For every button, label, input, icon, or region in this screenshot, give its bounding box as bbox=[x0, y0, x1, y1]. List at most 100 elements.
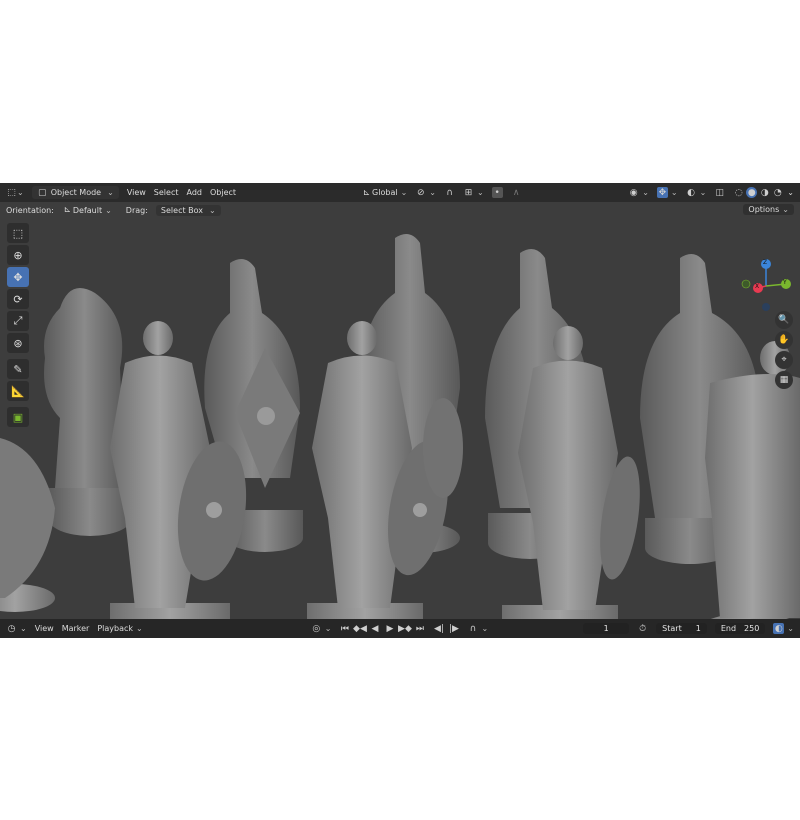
transform-orientation-dropdown[interactable]: ⊾ Global bbox=[361, 187, 407, 198]
xray-toggle[interactable]: ◫ bbox=[714, 187, 725, 198]
shading-group: ◌ ● ◑ ◔ bbox=[733, 187, 783, 198]
options-dropdown[interactable]: Options bbox=[743, 204, 794, 215]
jump-start-icon[interactable]: ⏮ bbox=[339, 623, 350, 634]
annotate-icon: ✎ bbox=[13, 362, 23, 376]
timeline-editor-type[interactable]: ◷ bbox=[6, 623, 27, 634]
solid-shading-icon[interactable]: ● bbox=[746, 187, 758, 198]
shading-options-dropdown[interactable]: ⌄ bbox=[787, 188, 794, 197]
camera-view-button[interactable]: ⌖ bbox=[775, 351, 793, 369]
select-box-icon: ⬚ bbox=[12, 226, 24, 240]
jump-end-icon[interactable]: ⏭ bbox=[414, 623, 425, 634]
zoom-icon: 🔍 bbox=[778, 315, 790, 325]
next-key-icon[interactable]: |▶ bbox=[448, 623, 459, 634]
drag-setting-label: Drag: bbox=[125, 205, 148, 215]
gizmo-dropdown[interactable]: ✥ bbox=[656, 187, 678, 198]
editor-type-button[interactable]: ⬚ ⌄ bbox=[6, 187, 23, 198]
gizmo-x-label: X bbox=[755, 283, 760, 290]
wireframe-shading-icon[interactable]: ◌ bbox=[733, 187, 744, 198]
annotate-tool[interactable]: ✎ bbox=[7, 359, 29, 379]
drag-setting-dropdown[interactable]: Select Box bbox=[155, 204, 221, 216]
options-label: Options bbox=[748, 205, 780, 214]
preview-range-toggle[interactable]: ⏱ bbox=[637, 623, 648, 634]
timeline-menu-marker[interactable]: Marker bbox=[62, 624, 90, 633]
view-toggle-icon: ◐ bbox=[773, 623, 785, 634]
orientation-label: Global bbox=[372, 188, 398, 197]
keying-icon: ∩ bbox=[469, 623, 477, 634]
stopwatch-icon: ⏱ bbox=[639, 623, 647, 634]
tool-shelf: ⬚ ⊕ ✥ ⟳ ⤢ ⊛ ✎ 📐 ▣ bbox=[7, 223, 29, 427]
next-keyframe-icon[interactable]: ▶◆ bbox=[398, 623, 412, 634]
camera-icon: ⌖ bbox=[781, 355, 787, 365]
3d-viewport[interactable]: ⬚ ⊕ ✥ ⟳ ⤢ ⊛ ✎ 📐 ▣ Z Y X 🔍 ✋ ⌖ ▦ bbox=[0, 218, 800, 619]
orientation-setting-value: Default bbox=[72, 205, 103, 215]
zoom-button[interactable]: 🔍 bbox=[775, 311, 793, 329]
magnet-icon: ∩ bbox=[446, 187, 453, 198]
blender-window: ⬚⌄ ▢ Object Mode View Select Add Object … bbox=[0, 183, 800, 638]
prev-key-icon[interactable]: ◀| bbox=[433, 623, 444, 634]
orientation-setting: Orientation: bbox=[6, 206, 54, 215]
overlay-icon: ◐ bbox=[687, 187, 696, 198]
clock-icon: ◷ bbox=[7, 623, 16, 634]
eye-select-icon: ◉ bbox=[629, 187, 638, 198]
timeline-menu-view[interactable]: View bbox=[35, 624, 54, 633]
menu-object[interactable]: Object bbox=[210, 188, 236, 197]
menu-view[interactable]: View bbox=[127, 188, 146, 197]
start-frame-label: Start bbox=[662, 624, 682, 633]
current-frame-value: 1 bbox=[603, 624, 609, 633]
orientation-setting-dropdown[interactable]: ⊾ Default bbox=[62, 205, 112, 216]
timeline-view-options[interactable]: ◐ bbox=[773, 623, 794, 634]
cursor-tool[interactable]: ⊕ bbox=[7, 245, 29, 265]
proportional-edit-icon: • bbox=[491, 187, 503, 198]
snap-target-dropdown[interactable]: ⊞ bbox=[463, 187, 484, 198]
rotate-tool[interactable]: ⟳ bbox=[7, 289, 29, 309]
transform-tool[interactable]: ⊛ bbox=[7, 333, 29, 353]
play-reverse-icon[interactable]: ◀ bbox=[369, 623, 380, 634]
default-orientation-icon: ⊾ bbox=[63, 205, 72, 215]
playback-controls: ⏮ ◆◀ ◀ ▶ ▶◆ ⏭ bbox=[339, 623, 425, 634]
visibility-dropdown[interactable]: ◉ bbox=[628, 187, 649, 198]
viewport-header: ⬚⌄ ▢ Object Mode View Select Add Object … bbox=[0, 183, 800, 202]
proportional-edit-toggle[interactable]: • bbox=[491, 187, 503, 198]
cube-axes-icon: ⬚ bbox=[7, 187, 16, 198]
menu-select[interactable]: Select bbox=[154, 188, 179, 197]
menu-select-label: Select bbox=[153, 188, 179, 197]
start-frame-field[interactable]: Start 1 bbox=[656, 623, 707, 634]
menu-object-label: Object bbox=[209, 188, 237, 197]
measure-tool[interactable]: 📐 bbox=[7, 381, 29, 401]
end-frame-value: 250 bbox=[744, 624, 760, 633]
measure-icon: 📐 bbox=[11, 384, 25, 398]
prev-keyframe-icon[interactable]: ◆◀ bbox=[353, 623, 367, 634]
start-frame-value: 1 bbox=[695, 624, 701, 633]
pan-button[interactable]: ✋ bbox=[775, 331, 793, 349]
orientation-axes-icon: ⊾ bbox=[362, 187, 371, 198]
mode-dropdown[interactable]: ▢ Object Mode bbox=[31, 186, 119, 199]
perspective-toggle-button[interactable]: ▦ bbox=[775, 371, 793, 389]
timeline-menu-playback-label: Playback bbox=[97, 624, 134, 633]
pivot-point-dropdown[interactable]: ⊘ bbox=[415, 187, 436, 198]
auto-keying-toggle[interactable]: ◎ bbox=[311, 623, 332, 634]
timeline-menu-playback[interactable]: Playback bbox=[97, 624, 142, 633]
scale-tool[interactable]: ⤢ bbox=[7, 311, 29, 331]
snap-toggle[interactable]: ∩ bbox=[444, 187, 455, 198]
menu-view-label: View bbox=[126, 188, 146, 197]
falloff-dropdown[interactable]: ∧ bbox=[511, 187, 522, 198]
snap-increment-icon: ⊞ bbox=[464, 187, 473, 198]
navigation-gizmo[interactable]: Z Y X bbox=[738, 254, 794, 314]
end-frame-field[interactable]: End 250 bbox=[714, 623, 766, 634]
add-cube-tool[interactable]: ▣ bbox=[7, 407, 29, 427]
play-icon[interactable]: ▶ bbox=[384, 623, 395, 634]
rendered-shading-icon[interactable]: ◔ bbox=[772, 187, 783, 198]
move-icon: ✥ bbox=[13, 270, 23, 284]
overlay-dropdown[interactable]: ◐ bbox=[686, 187, 707, 198]
keying-set-dropdown[interactable]: ∩ bbox=[467, 623, 488, 634]
menu-add[interactable]: Add bbox=[186, 188, 202, 197]
gizmo-y-label: Y bbox=[783, 279, 787, 286]
material-shading-icon[interactable]: ◑ bbox=[759, 187, 770, 198]
falloff-curve-icon: ∧ bbox=[512, 187, 520, 198]
current-frame-field[interactable]: 1 bbox=[583, 623, 630, 634]
cursor-icon: ⊕ bbox=[13, 248, 23, 262]
viking-figures-render bbox=[0, 234, 800, 619]
add-cube-icon: ▣ bbox=[12, 410, 24, 424]
select-box-tool[interactable]: ⬚ bbox=[7, 223, 29, 243]
move-tool[interactable]: ✥ bbox=[7, 267, 29, 287]
